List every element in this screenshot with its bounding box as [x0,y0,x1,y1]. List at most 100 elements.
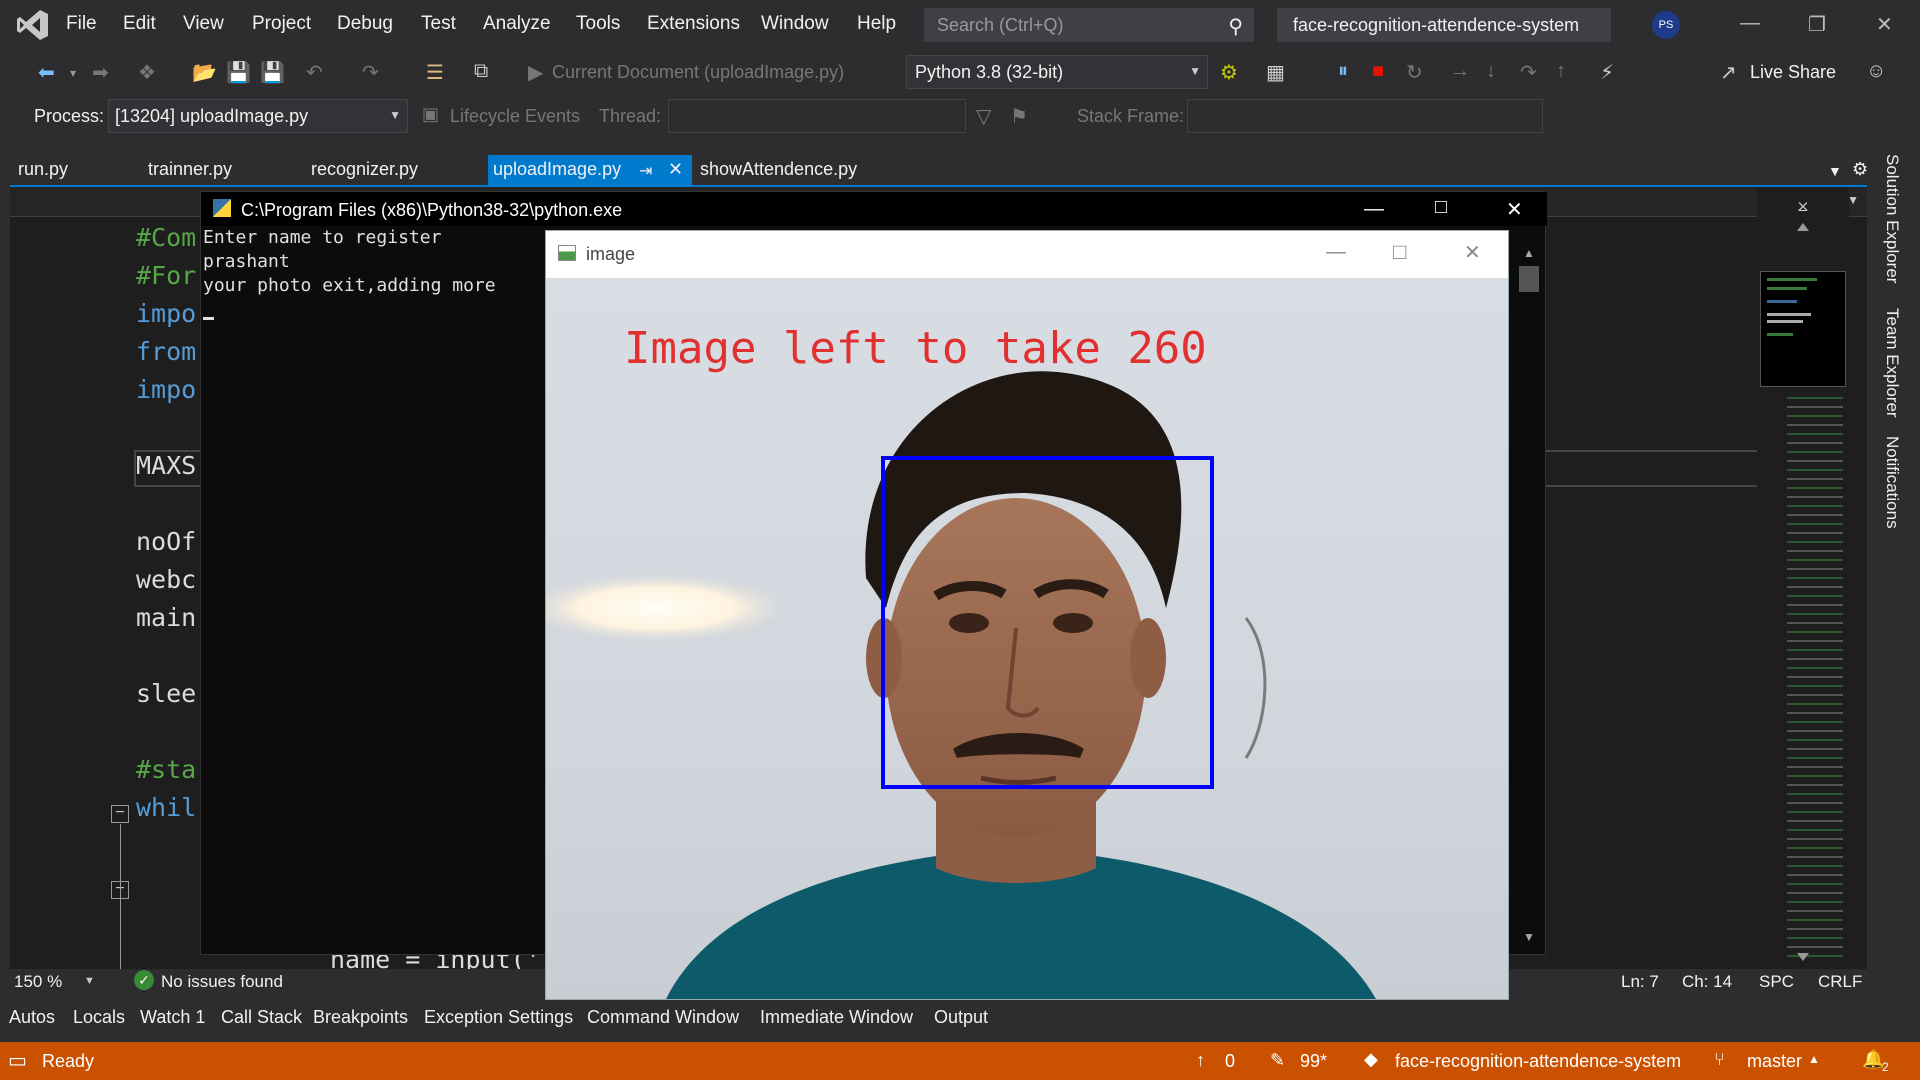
issues-status[interactable]: No issues found [161,972,283,992]
live-share-icon[interactable]: ↗ [1720,60,1737,85]
menu-project[interactable]: Project [252,13,311,35]
console-output[interactable]: Enter name to register prashant your pho… [201,226,546,946]
live-share-button[interactable]: Live Share [1750,62,1836,83]
close-icon[interactable]: ✕ [1506,197,1523,222]
tab-breakpoints[interactable]: Breakpoints [313,1007,408,1028]
undo-icon[interactable]: ↶ [306,60,323,85]
scroll-up-icon[interactable] [1797,223,1809,231]
start-icon[interactable]: ▶ [528,60,543,85]
pin-icon[interactable]: ⇥ [639,161,652,181]
menu-file[interactable]: File [66,13,97,35]
close-icon[interactable]: ✕ [1876,12,1893,37]
scroll-thumb[interactable] [1519,266,1539,292]
feedback-icon[interactable]: ☺ [1866,60,1886,83]
back-dropdown-icon[interactable]: ▾ [70,66,76,80]
avatar[interactable]: PS [1652,11,1680,39]
close-tab-icon[interactable]: ✕ [668,159,683,180]
menu-debug[interactable]: Debug [337,13,393,35]
restore-icon[interactable]: ❐ [1808,12,1826,37]
console-scrollbar[interactable]: ▲ ▼ [1513,240,1543,952]
minimize-icon[interactable]: — [1326,241,1346,264]
minimap-viewport[interactable] [1760,271,1846,387]
scroll-up-icon[interactable]: ▲ [1523,246,1535,260]
search-input[interactable]: Search (Ctrl+Q) ⚲ [924,8,1254,42]
menu-extensions[interactable]: Extensions [647,13,740,35]
current-document-target[interactable]: Current Document (uploadImage.py) [552,62,844,83]
scroll-down-icon[interactable]: ▼ [1523,930,1535,944]
image-window-title-bar[interactable]: image — □ ✕ [546,231,1508,278]
tab-watch-1[interactable]: Watch 1 [140,1007,205,1028]
step-over-icon[interactable]: ↷ [1520,60,1537,85]
menu-test[interactable]: Test [421,13,456,35]
stack-frame-select[interactable] [1187,99,1543,133]
screenshot-icon[interactable]: ⧉ [474,60,488,83]
scroll-down-icon[interactable] [1797,953,1809,961]
tab-immediate-window[interactable]: Immediate Window [760,1007,913,1028]
pending-changes-count[interactable]: 99* [1300,1051,1327,1072]
code-minimap[interactable]: ⨲ [1757,187,1849,969]
filter-icon[interactable]: ▽ [976,104,991,129]
opencv-image-window[interactable]: image — □ ✕ Image left to take 260 [545,230,1509,1000]
stop-icon[interactable]: ■ [1372,60,1384,83]
zoom-select[interactable]: 150 % [14,972,62,992]
menu-help[interactable]: Help [857,13,896,35]
solution-explorer-tab[interactable]: Solution Explorer [1882,154,1902,283]
maximize-icon[interactable]: □ [1393,239,1406,265]
flag-threads-icon[interactable]: ⚑ [1010,104,1028,129]
chevron-down-icon[interactable]: ▼ [84,975,95,987]
menu-view[interactable]: View [183,13,224,35]
line-ending[interactable]: CRLF [1818,972,1862,992]
unpushed-commits-count[interactable]: 0 [1225,1051,1235,1072]
back-icon[interactable]: ⬅ [38,60,55,85]
save-all-icon[interactable]: 💾 [260,60,285,85]
tab-command-window[interactable]: Command Window [587,1007,739,1028]
tab-locals[interactable]: Locals [73,1007,125,1028]
menu-window[interactable]: Window [761,13,829,35]
new-project-icon[interactable]: ❖ [138,60,156,85]
tab-overflow-icon[interactable]: ▼ [1828,163,1842,179]
maximize-icon[interactable]: □ [1435,196,1447,219]
split-editor-icon[interactable]: ⨲ [1759,195,1847,215]
step-out-icon[interactable]: ↑ [1556,60,1566,83]
tab-recognizer[interactable]: recognizer.py [311,159,418,180]
step-into-icon[interactable]: ↓ [1486,60,1496,83]
console-title-bar[interactable]: C:\Program Files (x86)\Python38-32\pytho… [201,192,1547,226]
chevron-up-icon[interactable]: ▲ [1808,1052,1820,1066]
menu-tools[interactable]: Tools [576,13,620,35]
settings-gear-icon[interactable]: ⚙ [1852,159,1868,180]
bug-icon[interactable]: ⚙ [1220,60,1238,85]
restart-icon[interactable]: ↻ [1406,60,1423,85]
lifecycle-icon[interactable]: ▣ [422,104,439,125]
tab-output[interactable]: Output [934,1007,988,1028]
pause-icon[interactable]: ⏸ [1338,60,1348,83]
open-file-icon[interactable]: 📂 [192,60,217,85]
close-icon[interactable]: ✕ [1464,240,1481,265]
save-icon[interactable]: 💾 [226,60,251,85]
tab-uploadimage[interactable]: uploadImage.py ⇥ ✕ [488,155,692,187]
menu-edit[interactable]: Edit [123,13,156,35]
team-explorer-tab[interactable]: Team Explorer [1882,308,1902,418]
tab-autos[interactable]: Autos [9,1007,55,1028]
process-select[interactable]: [13204] uploadImage.py ▼ [108,99,408,133]
python-environment-select[interactable]: Python 3.8 (32-bit) ▼ [906,55,1208,89]
thread-select[interactable] [668,99,966,133]
menu-analyze[interactable]: Analyze [483,13,551,35]
show-next-statement-icon[interactable]: → [1450,60,1470,83]
repository-name[interactable]: face-recognition-attendence-system [1395,1051,1681,1072]
minimize-icon[interactable]: — [1364,198,1384,221]
tab-call-stack[interactable]: Call Stack [221,1007,302,1028]
lifecycle-events-button[interactable]: Lifecycle Events [450,106,580,127]
find-in-files-icon[interactable]: ☰ [426,60,444,85]
notifications-tab[interactable]: Notifications [1882,436,1902,529]
layout-icon[interactable]: ▦ [1266,60,1285,85]
minimize-icon[interactable]: — [1740,12,1760,35]
branch-name[interactable]: master [1747,1051,1802,1072]
tab-trainner[interactable]: trainner.py [148,159,232,180]
hot-reload-icon[interactable]: ⚡ [1600,60,1614,85]
forward-icon[interactable]: ➡ [92,60,109,85]
tab-run[interactable]: run.py [18,159,68,180]
redo-icon[interactable]: ↷ [362,60,379,85]
tab-exception-settings[interactable]: Exception Settings [424,1007,573,1028]
tab-showattendence[interactable]: showAttendence.py [700,159,857,180]
fold-toggle-icon[interactable]: − [111,805,129,823]
